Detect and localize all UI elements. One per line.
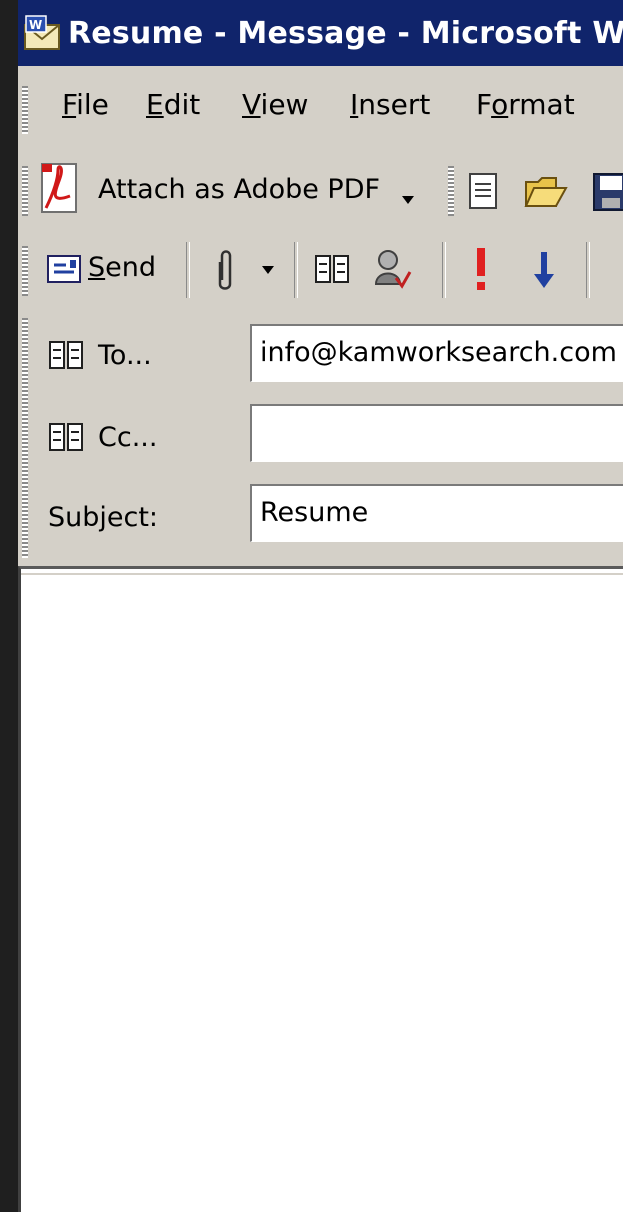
menu-bar-grip[interactable] (22, 86, 28, 134)
menu-edit[interactable]: Edit (146, 88, 200, 121)
window-border (0, 0, 18, 1212)
message-window: W Resume - Message - Microsoft Wor File … (18, 0, 623, 1212)
pdf-icon[interactable] (40, 162, 80, 216)
menu-view[interactable]: View (242, 88, 308, 121)
low-importance-icon[interactable] (532, 250, 556, 290)
send-label-rest: end (105, 252, 157, 283)
email-toolbar: Send (18, 232, 623, 308)
email-toolbar-grip[interactable] (22, 246, 28, 296)
dropdown-arrow-icon[interactable] (402, 196, 414, 206)
header-grip (22, 318, 28, 558)
message-header: To... info@kamworksearch.com Cc... Subje… (18, 308, 623, 564)
message-body-editor[interactable] (18, 566, 623, 1212)
menu-bar: File Edit View Insert Format (18, 72, 623, 148)
attach-dropdown-arrow-icon[interactable] (262, 266, 274, 276)
menu-insert[interactable]: Insert (350, 88, 430, 121)
menu-file[interactable]: File (62, 88, 109, 121)
toolbar-grip[interactable] (22, 166, 28, 216)
paperclip-icon[interactable] (214, 248, 236, 294)
toolbar-separator (186, 242, 190, 298)
toolbar-separator-2 (294, 242, 298, 298)
body-top-line (21, 573, 623, 575)
attach-pdf-button[interactable]: Attach as Adobe PDF (98, 174, 380, 205)
toolbar-separator-4 (586, 242, 590, 298)
window-title: Resume - Message - Microsoft Wor (68, 15, 623, 51)
title-bar[interactable]: W Resume - Message - Microsoft Wor (18, 0, 623, 66)
toolbar-separator-3 (442, 242, 446, 298)
address-book-icon[interactable] (314, 252, 350, 286)
subject-label: Subject: (48, 502, 159, 533)
app-frame: W Resume - Message - Microsoft Wor File … (0, 0, 623, 1212)
save-icon[interactable] (592, 170, 623, 214)
to-field[interactable]: info@kamworksearch.com (250, 324, 623, 382)
word-mail-icon: W (24, 15, 60, 51)
subject-field[interactable]: Resume (250, 484, 623, 542)
new-doc-icon[interactable] (462, 170, 506, 214)
svg-text:W: W (29, 18, 42, 32)
send-button[interactable]: Send (88, 252, 156, 283)
to-address-book-icon[interactable] (48, 338, 84, 372)
high-importance-icon[interactable] (474, 246, 488, 294)
cc-field[interactable] (250, 404, 623, 462)
toolbar-grip-2[interactable] (448, 166, 454, 216)
to-button[interactable]: To... (98, 340, 152, 371)
check-names-icon[interactable] (372, 248, 412, 290)
cc-address-book-icon[interactable] (48, 420, 84, 454)
standard-toolbar: Attach as Adobe PDF (18, 148, 623, 232)
open-folder-icon[interactable] (522, 170, 570, 214)
cc-button[interactable]: Cc... (98, 422, 157, 453)
menu-format[interactable]: Format (476, 88, 575, 121)
send-icon[interactable] (46, 254, 82, 284)
